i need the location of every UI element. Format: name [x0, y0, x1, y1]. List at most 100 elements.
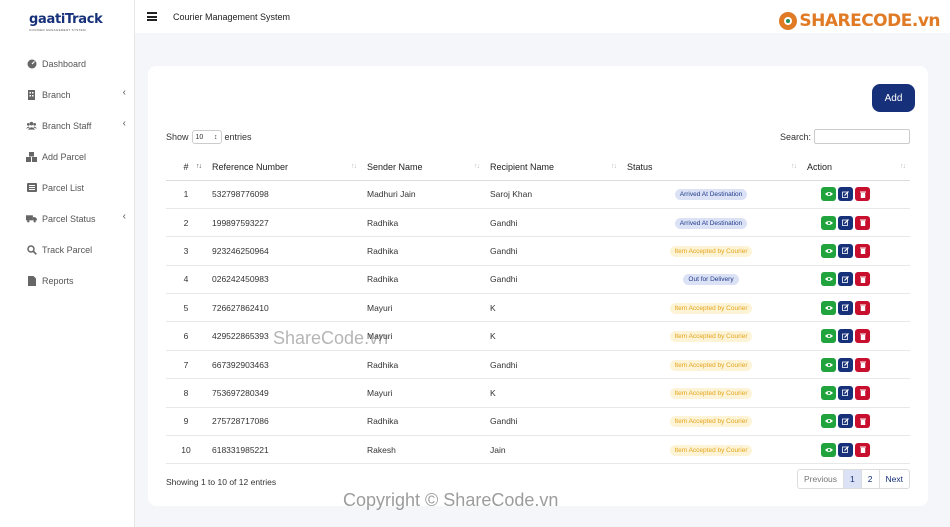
- eye-icon: [824, 305, 833, 311]
- table-row: 7 667392903463 Radhika Gandhi Item Accepted …: [166, 350, 910, 380]
- view-button[interactable]: [821, 385, 836, 400]
- sidebar-item-branch[interactable]: Branch ‹: [0, 79, 134, 110]
- recipient-name: Gandhi: [484, 407, 621, 437]
- view-button[interactable]: [821, 215, 836, 230]
- sidebar-item-label: Add Parcel: [42, 151, 87, 162]
- column-header-reference-number[interactable]: Reference Number ↑↓: [206, 154, 361, 181]
- chevron-left-icon: ‹: [122, 87, 126, 98]
- reference-number: 532798776098: [206, 180, 361, 209]
- edit-button[interactable]: [838, 243, 853, 258]
- entries-select[interactable]: 10 ↕: [191, 130, 222, 144]
- action-cell: [801, 435, 910, 465]
- view-button[interactable]: [821, 357, 836, 372]
- view-button[interactable]: [821, 243, 836, 258]
- edit-icon: [842, 275, 849, 283]
- recipient-name: Gandhi: [484, 265, 621, 295]
- delete-button[interactable]: [855, 329, 870, 344]
- pagination-previous[interactable]: Previous: [798, 470, 845, 488]
- building-icon: [26, 89, 37, 100]
- table-row: 4 026242450983 Radhika Gandhi Out for Delive…: [166, 265, 910, 295]
- brand-logo[interactable]: gaatiTrack COURIER MANAGEMENT SYSTEM: [0, 0, 134, 44]
- eye-icon: [824, 418, 833, 424]
- trash-icon: [859, 219, 866, 227]
- sidebar-item-dashboard[interactable]: Dashboard: [0, 48, 134, 79]
- status-badge: Arrived At Destination: [674, 189, 748, 201]
- status-cell: Item Accepted by Courier: [621, 236, 801, 266]
- sort-arrows-icon: ↑↓: [611, 163, 617, 170]
- delete-button[interactable]: [855, 187, 870, 202]
- status-badge: Item Accepted by Courier: [669, 444, 753, 456]
- sidebar-item-track-parcel[interactable]: Track Parcel: [0, 234, 134, 265]
- view-button[interactable]: [821, 414, 836, 429]
- view-button[interactable]: [821, 300, 836, 315]
- delete-button[interactable]: [855, 300, 870, 315]
- table-row: 3 923246250964 Radhika Gandhi Item Accepted …: [166, 236, 910, 266]
- search-input[interactable]: [814, 129, 910, 144]
- column-header-action[interactable]: Action ↑↓: [801, 154, 910, 181]
- add-parcel-button[interactable]: Add: [872, 84, 915, 112]
- column-header-status[interactable]: Status ↑↓: [621, 154, 801, 181]
- table-row: 9 275728717086 Radhika Gandhi Item Accepted …: [166, 407, 910, 437]
- edit-button[interactable]: [838, 442, 853, 457]
- delete-button[interactable]: [855, 243, 870, 258]
- edit-button[interactable]: [838, 329, 853, 344]
- edit-button[interactable]: [838, 215, 853, 230]
- edit-button[interactable]: [838, 385, 853, 400]
- delete-button[interactable]: [855, 385, 870, 400]
- eye-icon: [824, 447, 833, 453]
- view-button[interactable]: [821, 442, 836, 457]
- menu-toggle-icon[interactable]: [147, 11, 157, 23]
- edit-button[interactable]: [838, 300, 853, 315]
- status-cell: Arrived At Destination: [621, 208, 801, 238]
- delete-button[interactable]: [855, 442, 870, 457]
- column-header-sender-name[interactable]: Sender Name ↑↓: [361, 154, 484, 181]
- status-cell: Item Accepted by Courier: [621, 378, 801, 408]
- delete-button[interactable]: [855, 357, 870, 372]
- recipient-name: Gandhi: [484, 350, 621, 380]
- status-badge: Item Accepted by Courier: [669, 331, 753, 343]
- action-cell: [801, 407, 910, 437]
- edit-button[interactable]: [838, 357, 853, 372]
- edit-button[interactable]: [838, 187, 853, 202]
- sidebar-item-parcel-status[interactable]: Parcel Status ‹: [0, 203, 134, 234]
- sender-name: Mayuri: [361, 378, 484, 408]
- sidebar-item-label: Reports: [42, 275, 74, 286]
- row-number: 5: [166, 293, 206, 323]
- sidebar-item-parcel-list[interactable]: Parcel List: [0, 172, 134, 203]
- view-button[interactable]: [821, 329, 836, 344]
- pagination-next[interactable]: Next: [880, 470, 909, 488]
- sidebar-item-add-parcel[interactable]: Add Parcel: [0, 141, 134, 172]
- sort-arrows-icon: ↑↓: [791, 163, 797, 170]
- sidebar-nav: Dashboard Branch ‹ Branch Staff ‹ Add Parcel P…: [0, 48, 134, 296]
- sender-name: Radhika: [361, 407, 484, 437]
- reference-number: 275728717086: [206, 407, 361, 437]
- sidebar-item-label: Branch: [42, 89, 71, 100]
- view-button[interactable]: [821, 187, 836, 202]
- view-button[interactable]: [821, 272, 836, 287]
- trash-icon: [859, 389, 866, 397]
- parcel-table: # ↑↓ Reference Number ↑↓ Sender Name ↑↓ Recipi…: [166, 154, 910, 465]
- users-icon: [26, 120, 37, 131]
- sidebar-item-branch-staff[interactable]: Branch Staff ‹: [0, 110, 134, 141]
- sort-arrows-icon: ↑↓: [900, 163, 906, 170]
- watermark-center: ShareCode.vn: [273, 328, 389, 348]
- delete-button[interactable]: [855, 215, 870, 230]
- trash-icon: [859, 191, 866, 198]
- pagination-page-1[interactable]: 1: [844, 470, 862, 488]
- eye-icon: [824, 276, 833, 282]
- trash-icon: [859, 276, 866, 283]
- delete-button[interactable]: [855, 414, 870, 429]
- column-header-recipient-name[interactable]: Recipient Name ↑↓: [484, 154, 621, 181]
- edit-button[interactable]: [838, 414, 853, 429]
- file-icon: [26, 275, 37, 286]
- topbar: Courier Management System SHARECODE.vn: [135, 0, 950, 33]
- column-header-no[interactable]: # ↑↓: [166, 154, 206, 181]
- recipient-name: K: [484, 378, 621, 408]
- chevron-left-icon: ‹: [122, 118, 126, 129]
- edit-button[interactable]: [838, 272, 853, 287]
- edit-icon: [842, 190, 849, 198]
- pagination-page-2[interactable]: 2: [862, 470, 880, 488]
- watermark-logo: SHARECODE.vn: [777, 10, 940, 32]
- sidebar-item-reports[interactable]: Reports: [0, 265, 134, 296]
- delete-button[interactable]: [855, 272, 870, 287]
